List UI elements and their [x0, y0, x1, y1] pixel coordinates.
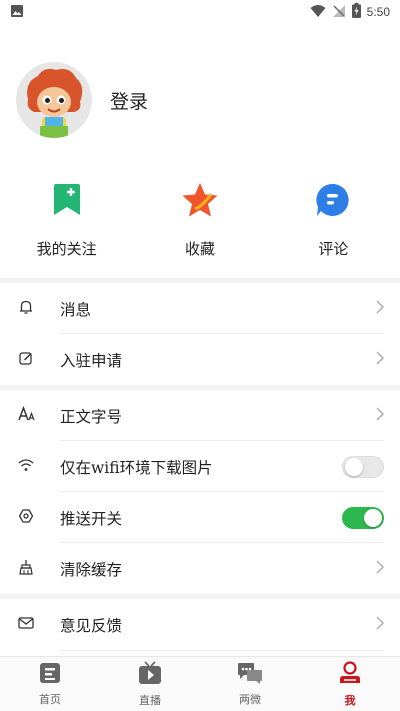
chat-bubbles-icon — [237, 662, 263, 688]
chevron-right-icon — [376, 299, 384, 318]
menu-settle-application[interactable]: 入驻申请 — [0, 334, 400, 385]
wifi-images-toggle[interactable] — [342, 455, 384, 478]
menu-label: 正文字号 — [60, 407, 123, 426]
tab-label: 直播 — [139, 693, 161, 707]
home-icon — [39, 662, 61, 688]
push-toggle[interactable] — [342, 506, 384, 529]
menu-push-switch: 推送开关 — [0, 492, 400, 543]
wifi-icon — [18, 457, 34, 476]
comment-icon — [313, 180, 353, 220]
menu-font-size[interactable]: 正文字号 — [0, 390, 400, 441]
menu-feedback[interactable]: 意见反馈 — [0, 599, 400, 650]
quick-actions: 我的关注 收藏 评论 — [0, 172, 400, 268]
tab-label: 首页 — [39, 692, 61, 706]
menu-messages[interactable]: 消息 — [0, 283, 400, 334]
comments-label: 评论 — [318, 240, 349, 258]
menu-label: 意见反馈 — [60, 616, 123, 635]
profile-header[interactable]: 登录 — [0, 50, 400, 150]
battery-charging-icon — [351, 2, 361, 22]
menu-label: 清除缓存 — [60, 560, 123, 579]
toggle-knob — [345, 457, 363, 476]
tab-label: 两微 — [239, 692, 261, 706]
bell-icon — [18, 299, 34, 319]
tab-me[interactable]: 我 — [300, 657, 400, 711]
menu-label: 入驻申请 — [60, 351, 123, 370]
tv-play-icon — [138, 660, 162, 689]
menu-clear-cache[interactable]: 清除缓存 — [0, 543, 400, 594]
menu-wifi-only-images: 仅在wifi环境下载图片 — [0, 441, 400, 492]
status-bar: 5:50 — [0, 0, 400, 24]
wifi-signal-icon — [310, 3, 326, 22]
menu-label: 仅在wifi环境下载图片 — [60, 458, 213, 477]
tab-home[interactable]: 首页 — [0, 657, 100, 711]
no-signal-icon — [332, 3, 346, 22]
image-notification-icon — [10, 3, 24, 22]
tab-weibo-wechat[interactable]: 两微 — [200, 657, 300, 711]
mail-icon — [18, 615, 34, 634]
hexagon-icon — [18, 508, 34, 528]
favorites-button[interactable]: 收藏 — [133, 172, 266, 268]
bottom-tab-bar: 首页 直播 两微 我 — [0, 656, 400, 711]
chevron-right-icon — [376, 615, 384, 634]
chevron-right-icon — [376, 406, 384, 425]
status-time: 5:50 — [366, 5, 390, 19]
menu-label: 推送开关 — [60, 509, 123, 528]
edit-icon — [18, 350, 34, 370]
avatar[interactable] — [16, 62, 92, 138]
my-follows-button[interactable]: 我的关注 — [0, 172, 133, 268]
comments-button[interactable]: 评论 — [267, 172, 400, 268]
favorites-label: 收藏 — [184, 240, 215, 258]
toggle-knob — [364, 508, 382, 527]
bookmark-plus-icon — [47, 180, 87, 220]
login-link[interactable]: 登录 — [110, 87, 148, 114]
broom-icon — [18, 559, 34, 579]
tab-label: 我 — [344, 693, 356, 707]
star-icon — [180, 180, 220, 220]
menu-label: 消息 — [60, 300, 92, 319]
font-size-icon — [18, 405, 36, 426]
tab-live[interactable]: 直播 — [100, 657, 200, 711]
chevron-right-icon — [376, 350, 384, 369]
my-follows-label: 我的关注 — [36, 240, 97, 258]
user-icon — [338, 660, 362, 689]
chevron-right-icon — [376, 559, 384, 578]
divider — [60, 650, 384, 651]
